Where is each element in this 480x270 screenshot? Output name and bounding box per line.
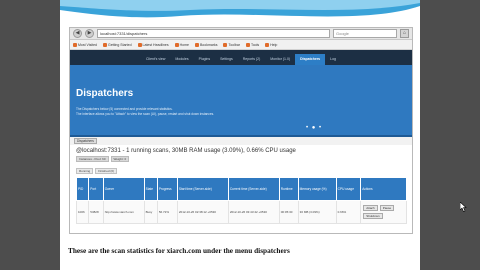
carousel-dots-icon[interactable]: • ● • xyxy=(306,125,322,131)
filter-finished[interactable]: Finished (0) xyxy=(95,168,118,174)
tab-monitor[interactable]: Monitor (1.0) xyxy=(265,54,295,65)
mouse-cursor-icon xyxy=(460,202,467,212)
bookmark-item[interactable]: Getting Started xyxy=(103,42,132,47)
tab-log[interactable]: Log xyxy=(325,54,341,65)
column-header: Owner xyxy=(102,177,145,201)
scan-table: PID Port Owner State Progress Start time… xyxy=(75,177,407,224)
bookmark-icon xyxy=(265,42,270,47)
bookmark-icon xyxy=(174,42,179,47)
hero-description-line: The Dispatchers below (5) connected and … xyxy=(76,107,173,111)
column-header: Memory usage (%) xyxy=(297,177,337,201)
search-input[interactable]: Google xyxy=(333,29,397,38)
cell-memory: 30 MB (3.09%) xyxy=(297,200,337,224)
app-navbar: Client's view Modules Plugins Settings R… xyxy=(70,50,412,65)
browser-window: ◀ ▶ localhost:7331/dispatchers Google ⌂ … xyxy=(69,27,413,234)
address-bar[interactable]: localhost:7331/dispatchers xyxy=(97,29,330,38)
back-icon[interactable]: ◀ xyxy=(73,29,82,38)
presentation-slide: ◀ ▶ localhost:7331/dispatchers Google ⌂ … xyxy=(60,0,420,270)
instance-tags: Instances - Pool: 60 Weight: 0 xyxy=(70,154,412,162)
tab-modules[interactable]: Modules xyxy=(170,54,193,65)
attach-button[interactable]: Attach xyxy=(363,205,378,211)
column-header: PID xyxy=(75,177,90,201)
bookmark-icon xyxy=(194,42,199,47)
bookmark-item[interactable]: Toolbar xyxy=(223,42,240,47)
cell-cpu: 0.66% xyxy=(335,200,362,224)
page-title: Dispatchers xyxy=(76,88,134,99)
bookmark-item[interactable]: Help xyxy=(265,42,277,47)
bookmark-icon xyxy=(103,42,107,47)
cell-actions: Attach Pause Shutdown xyxy=(360,200,407,224)
bookmark-item[interactable]: Home xyxy=(174,42,189,47)
column-header: Actions xyxy=(360,177,407,201)
hero-banner: Dispatchers The Dispatchers below (5) co… xyxy=(70,65,412,137)
slide-caption: These are the scan statistics for xiarch… xyxy=(68,246,290,255)
tab-dispatchers[interactable]: Dispatchers xyxy=(295,54,326,65)
home-icon[interactable]: ⌂ xyxy=(400,29,409,38)
dispatcher-summary: @localhost:7331 - 1 running scans, 30MB … xyxy=(76,148,296,154)
bookmark-item[interactable]: Most Visited xyxy=(73,42,97,47)
column-header: Runtime xyxy=(278,177,299,201)
bookmark-icon xyxy=(223,42,228,47)
cell-current-time: 2012-10-26 03:43:42 +0530 xyxy=(227,200,280,224)
dispatchers-chip[interactable]: Dispatchers xyxy=(74,138,97,144)
column-header: State xyxy=(143,177,158,201)
column-header: Port xyxy=(88,177,104,201)
forward-icon[interactable]: ▶ xyxy=(85,29,94,38)
weight-badge: Weight: 0 xyxy=(110,156,130,162)
url-toolbar: ◀ ▶ localhost:7331/dispatchers Google ⌂ xyxy=(70,28,412,40)
cell-runtime: 00:05:30 xyxy=(278,200,299,224)
bookmark-item[interactable]: Tools xyxy=(245,42,259,47)
cell-progress: 56.72% xyxy=(156,200,178,224)
bookmark-icon xyxy=(137,42,142,47)
cell-state: Busy xyxy=(143,200,158,224)
cell-start-time: 2012-10-26 02:38:12 +0530 xyxy=(176,200,229,224)
hero-description-line: The interface allows you to "Attach" to … xyxy=(76,112,215,116)
tab-settings[interactable]: Settings xyxy=(215,54,238,65)
bookmark-item[interactable]: Bookmarks xyxy=(194,42,217,47)
column-header: Current time (Server-side) xyxy=(227,177,280,201)
bookmark-icon xyxy=(245,42,250,47)
slide-wave-decoration xyxy=(60,0,420,18)
tab-reports[interactable]: Reports (2) xyxy=(238,54,266,65)
sub-toolbar: Dispatchers xyxy=(70,137,412,145)
table-header-row: PID Port Owner State Progress Start time… xyxy=(75,177,407,201)
scan-filter-tabs: Running Finished (0) xyxy=(70,162,412,174)
bookmark-item[interactable]: Latest Headlines xyxy=(137,42,169,47)
cell-port: 53828 xyxy=(88,200,104,224)
column-header: CPU usage xyxy=(335,177,362,201)
filter-running[interactable]: Running xyxy=(76,168,94,174)
column-header: Start time (Server-side) xyxy=(176,177,229,201)
column-header: Progress xyxy=(156,177,178,201)
tab-plugins[interactable]: Plugins xyxy=(194,54,215,65)
pool-badge: Instances - Pool: 60 xyxy=(76,156,109,162)
tab-clients-view[interactable]: Client's view xyxy=(141,54,170,65)
table-row: 1006 53828 http://www.xiarch.com Busy 56… xyxy=(75,200,407,224)
cell-owner: http://www.xiarch.com xyxy=(102,200,145,224)
bookmark-icon xyxy=(73,42,77,47)
shutdown-button[interactable]: Shutdown xyxy=(363,213,383,219)
pause-button[interactable]: Pause xyxy=(379,205,395,211)
bookmarks-bar: Most Visited Getting Started Latest Head… xyxy=(70,40,412,50)
cell-pid: 1006 xyxy=(75,200,90,224)
